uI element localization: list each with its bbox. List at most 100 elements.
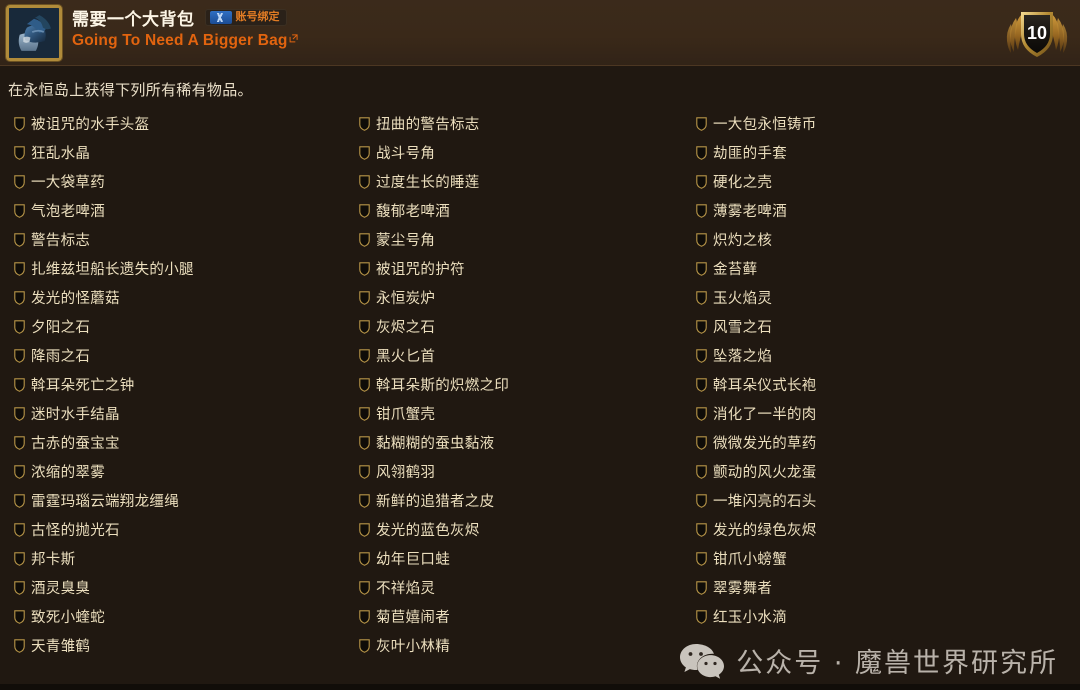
achievement-title: 需要一个大背包 [72,10,195,29]
criteria-item-label: 发光的怪蘑菇 [31,291,120,307]
external-link-icon[interactable] [289,30,298,48]
criteria-item[interactable]: 气泡老啤酒 [14,196,345,225]
criteria-item[interactable]: 一大袋草药 [14,167,345,196]
criteria-item[interactable]: 黏糊糊的蚕虫黏液 [359,428,682,457]
criteria-item-label: 风翎鹤羽 [376,465,436,481]
criteria-item[interactable]: 灰叶小林精 [359,631,682,660]
subtitle-row[interactable]: Going To Need A Bigger Bag [72,32,950,50]
criteria-item[interactable]: 古赤的蚕宝宝 [14,428,345,457]
criteria-item-label: 被诅咒的水手头盔 [31,117,150,133]
criteria-item[interactable]: 斡耳朵仪式长袍 [696,370,1080,399]
criteria-item[interactable]: 狂乱水晶 [14,138,345,167]
criteria-shield-icon [696,116,707,131]
criteria-shield-icon [14,638,25,653]
criteria-item[interactable]: 致死小蝰蛇 [14,602,345,631]
criteria-item[interactable]: 一堆闪亮的石头 [696,486,1080,515]
criteria-item[interactable]: 扭曲的警告标志 [359,109,682,138]
criteria-item-label: 浓缩的翠雾 [31,465,105,481]
criteria-item[interactable]: 新鲜的追猎者之皮 [359,486,682,515]
criteria-item[interactable]: 邦卡斯 [14,544,345,573]
achievement-panel: 需要一个大背包 账号绑定 Going To Need A Bigger Bag [0,0,1080,690]
criteria-item[interactable]: 劫匪的手套 [696,138,1080,167]
criteria-shield-icon [14,261,25,276]
criteria-shield-icon [14,348,25,363]
criteria-item[interactable]: 过度生长的睡莲 [359,167,682,196]
criteria-shield-icon [14,609,25,624]
criteria-item[interactable]: 扎维兹坦船长遗失的小腿 [14,254,345,283]
criteria-item-label: 被诅咒的护符 [376,262,465,278]
criteria-item[interactable]: 夕阳之石 [14,312,345,341]
criteria-item[interactable]: 炽灼之核 [696,225,1080,254]
criteria-item-label: 新鲜的追猎者之皮 [376,494,495,510]
criteria-shield-icon [359,406,370,421]
criteria-item[interactable]: 菊苣嬉闹者 [359,602,682,631]
criteria-shield-icon [696,493,707,508]
criteria-item[interactable]: 发光的蓝色灰烬 [359,515,682,544]
criteria-item[interactable]: 古怪的抛光石 [14,515,345,544]
criteria-item[interactable]: 薄雾老啤酒 [696,196,1080,225]
criteria-item[interactable]: 风雪之石 [696,312,1080,341]
criteria-item-label: 消化了一半的肉 [713,407,817,423]
criteria-item[interactable]: 馥郁老啤酒 [359,196,682,225]
criteria-item-label: 发光的绿色灰烬 [713,523,817,539]
criteria-item-label: 警告标志 [31,233,91,249]
criteria-item[interactable]: 灰烬之石 [359,312,682,341]
criteria-item[interactable]: 酒灵臭臭 [14,573,345,602]
battlenet-logo-icon [209,11,232,24]
criteria-item[interactable]: 微微发光的草药 [696,428,1080,457]
bag-icon[interactable] [6,5,62,61]
criteria-item[interactable]: 天青雏鹤 [14,631,345,660]
criteria-item[interactable]: 斡耳朵死亡之钟 [14,370,345,399]
criteria-item[interactable]: 钳爪蟹壳 [359,399,682,428]
criteria-item[interactable]: 钳爪小螃蟹 [696,544,1080,573]
criteria-item[interactable]: 雷霆玛瑙云端翔龙缰绳 [14,486,345,515]
achievement-subtitle-link[interactable]: Going To Need A Bigger Bag [72,32,288,50]
criteria-item-label: 炽灼之核 [713,233,773,249]
criteria-shield-icon [359,319,370,334]
criteria-item[interactable]: 玉火焰灵 [696,283,1080,312]
criteria-item[interactable]: 降雨之石 [14,341,345,370]
criteria-item[interactable]: 红玉小水滴 [696,602,1080,631]
criteria-item-label: 钳爪小螃蟹 [713,552,787,568]
criteria-item[interactable]: 发光的怪蘑菇 [14,283,345,312]
criteria-item[interactable]: 斡耳朵斯的炽燃之印 [359,370,682,399]
criteria-item[interactable]: 黑火匕首 [359,341,682,370]
achievement-points-value: 10 [1027,23,1047,43]
criteria-item-label: 永恒炭炉 [376,291,436,307]
criteria-item[interactable]: 永恒炭炉 [359,283,682,312]
criteria-shield-icon [359,464,370,479]
criteria-item[interactable]: 不祥焰灵 [359,573,682,602]
criteria-shield-icon [696,319,707,334]
criteria-item[interactable]: 浓缩的翠雾 [14,457,345,486]
criteria-item[interactable]: 战斗号角 [359,138,682,167]
criteria-shield-icon [359,290,370,305]
achievement-titles: 需要一个大背包 账号绑定 Going To Need A Bigger Bag [72,4,950,50]
criteria-shield-icon [696,348,707,363]
criteria-item-label: 狂乱水晶 [31,146,91,162]
criteria-item[interactable]: 颤动的风火龙蛋 [696,457,1080,486]
criteria-item[interactable]: 风翎鹤羽 [359,457,682,486]
criteria-item[interactable]: 消化了一半的肉 [696,399,1080,428]
criteria-item-label: 一堆闪亮的石头 [713,494,817,510]
criteria-item[interactable]: 金苔藓 [696,254,1080,283]
criteria-item-label: 发光的蓝色灰烬 [376,523,480,539]
criteria-item-label: 一大包永恒铸币 [713,117,817,133]
criteria-item[interactable]: 幼年巨口蛙 [359,544,682,573]
criteria-item[interactable]: 迷时水手结晶 [14,399,345,428]
criteria-item[interactable]: 坠落之焰 [696,341,1080,370]
criteria-item[interactable]: 被诅咒的水手头盔 [14,109,345,138]
criteria-item-label: 微微发光的草药 [713,436,817,452]
criteria-item-label: 菊苣嬉闹者 [376,610,450,626]
criteria-shield-icon [359,174,370,189]
criteria-item-label: 硬化之壳 [713,175,773,191]
criteria-item-label: 颤动的风火龙蛋 [713,465,817,481]
criteria-item[interactable]: 一大包永恒铸币 [696,109,1080,138]
criteria-item-label: 灰烬之石 [376,320,436,336]
criteria-item[interactable]: 被诅咒的护符 [359,254,682,283]
criteria-item[interactable]: 翠雾舞者 [696,573,1080,602]
criteria-item[interactable]: 警告标志 [14,225,345,254]
criteria-item[interactable]: 发光的绿色灰烬 [696,515,1080,544]
criteria-item[interactable]: 硬化之壳 [696,167,1080,196]
criteria-item-label: 坠落之焰 [713,349,773,365]
criteria-item[interactable]: 蒙尘号角 [359,225,682,254]
